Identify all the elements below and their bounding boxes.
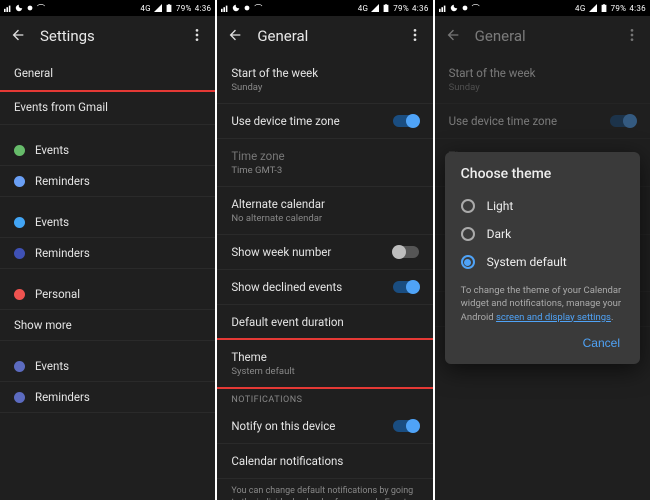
switch-device-timezone bbox=[610, 115, 636, 127]
radio-icon bbox=[461, 255, 475, 269]
battery-percent: 79% bbox=[611, 4, 627, 13]
display-settings-link[interactable]: screen and display settings bbox=[496, 312, 611, 323]
page-title: Settings bbox=[40, 27, 175, 45]
camera-icon bbox=[243, 4, 251, 12]
row-calendar-notifications[interactable]: Calendar notifications bbox=[217, 444, 432, 479]
back-icon[interactable] bbox=[227, 27, 243, 46]
color-dot bbox=[14, 217, 25, 228]
camera-icon bbox=[26, 4, 34, 12]
color-dot bbox=[14, 248, 25, 259]
app-bar: Settings bbox=[0, 16, 215, 56]
row-start-week[interactable]: Start of the week Sunday bbox=[217, 56, 432, 104]
section-notifications: Notifications bbox=[217, 387, 432, 409]
page-title: General bbox=[257, 27, 392, 45]
phone-settings: ⌒ 4G 79% 4:36 Settings General Events fr… bbox=[0, 0, 215, 500]
battery-icon bbox=[600, 4, 608, 12]
cancel-button[interactable]: Cancel bbox=[579, 330, 624, 356]
arc-icon: ⌒ bbox=[37, 3, 45, 14]
overflow-icon[interactable] bbox=[189, 27, 205, 46]
app-bar: General bbox=[217, 16, 432, 56]
row-reminders-2[interactable]: Reminders bbox=[0, 238, 215, 269]
row-week-number[interactable]: Show week number bbox=[217, 235, 432, 270]
row-general[interactable]: General bbox=[0, 56, 215, 92]
overflow-icon[interactable] bbox=[407, 27, 423, 46]
battery-percent: 79% bbox=[393, 4, 409, 13]
status-bar: ⌒ 4G 79% 4:36 bbox=[435, 0, 650, 16]
color-dot bbox=[14, 361, 25, 372]
arc-icon: ⌒ bbox=[472, 3, 480, 14]
battery-icon bbox=[165, 4, 173, 12]
option-dark[interactable]: Dark bbox=[461, 220, 624, 248]
network-4g-label: 4G bbox=[140, 4, 151, 13]
status-bar: ⌒ 4G 79% 4:36 bbox=[0, 0, 215, 16]
row-default-duration[interactable]: Default event duration bbox=[217, 305, 432, 340]
back-icon[interactable] bbox=[445, 27, 461, 46]
switch-declined-events[interactable] bbox=[393, 281, 419, 293]
row-cal-events-1[interactable]: Events bbox=[0, 135, 215, 166]
row-theme[interactable]: Theme System default bbox=[217, 338, 432, 389]
row-events-gmail[interactable]: Events from Gmail bbox=[0, 90, 215, 125]
phone-theme-dialog: ⌒ 4G 79% 4:36 General Start of the week … bbox=[435, 0, 650, 500]
clock-time: 4:36 bbox=[412, 4, 429, 13]
notifications-help-text: You can change default notifications by … bbox=[217, 479, 432, 500]
signal-icon bbox=[439, 4, 447, 12]
clock-time: 4:36 bbox=[629, 4, 646, 13]
option-light[interactable]: Light bbox=[461, 192, 624, 220]
moon-icon bbox=[450, 4, 458, 12]
switch-week-number[interactable] bbox=[393, 246, 419, 258]
row-declined-events[interactable]: Show declined events bbox=[217, 270, 432, 305]
signal-icon bbox=[4, 4, 12, 12]
moon-icon bbox=[15, 4, 23, 12]
network-4g-label: 4G bbox=[358, 4, 369, 13]
network-4g-label: 4G bbox=[575, 4, 586, 13]
dialog-title: Choose theme bbox=[461, 166, 624, 182]
radio-icon bbox=[461, 199, 475, 213]
row-notify-device[interactable]: Notify on this device bbox=[217, 409, 432, 444]
row-device-timezone: Use device time zone bbox=[435, 104, 650, 139]
page-title: General bbox=[475, 27, 610, 45]
general-list: Start of the week Sunday Use device time… bbox=[217, 56, 432, 500]
moon-icon bbox=[232, 4, 240, 12]
cell-icon bbox=[589, 4, 597, 12]
switch-notify-device[interactable] bbox=[393, 420, 419, 432]
overflow-icon[interactable] bbox=[624, 27, 640, 46]
option-system-default[interactable]: System default bbox=[461, 248, 624, 276]
row-reminders-1[interactable]: Reminders bbox=[0, 166, 215, 197]
dialog-description: To change the theme of your Calendar wid… bbox=[461, 284, 624, 324]
row-cal-events-2[interactable]: Events bbox=[0, 207, 215, 238]
camera-icon bbox=[461, 4, 469, 12]
switch-device-timezone[interactable] bbox=[393, 115, 419, 127]
color-dot bbox=[14, 176, 25, 187]
cell-icon bbox=[154, 4, 162, 12]
row-show-more[interactable]: Show more bbox=[0, 310, 215, 341]
battery-icon bbox=[382, 4, 390, 12]
radio-icon bbox=[461, 227, 475, 241]
color-dot bbox=[14, 392, 25, 403]
cell-icon bbox=[371, 4, 379, 12]
color-dot bbox=[14, 145, 25, 156]
back-icon[interactable] bbox=[10, 27, 26, 46]
theme-dialog: Choose theme Light Dark System default T… bbox=[445, 152, 640, 364]
settings-list: General Events from Gmail Events Reminde… bbox=[0, 56, 215, 500]
color-dot bbox=[14, 289, 25, 300]
status-bar: ⌒ 4G 79% 4:36 bbox=[217, 0, 432, 16]
row-start-week: Start of the week Sunday bbox=[435, 56, 650, 104]
signal-icon bbox=[221, 4, 229, 12]
row-device-timezone[interactable]: Use device time zone bbox=[217, 104, 432, 139]
row-cal-events-3[interactable]: Events bbox=[0, 351, 215, 382]
clock-time: 4:36 bbox=[195, 4, 212, 13]
phone-general: ⌒ 4G 79% 4:36 General Start of the week … bbox=[217, 0, 432, 500]
row-reminders-3[interactable]: Reminders bbox=[0, 382, 215, 413]
arc-icon: ⌒ bbox=[254, 3, 262, 14]
row-personal[interactable]: Personal bbox=[0, 279, 215, 310]
row-timezone: Time zone Time GMT-3 bbox=[217, 139, 432, 187]
app-bar: General bbox=[435, 16, 650, 56]
row-alternate-calendar[interactable]: Alternate calendar No alternate calendar bbox=[217, 187, 432, 235]
battery-percent: 79% bbox=[176, 4, 192, 13]
